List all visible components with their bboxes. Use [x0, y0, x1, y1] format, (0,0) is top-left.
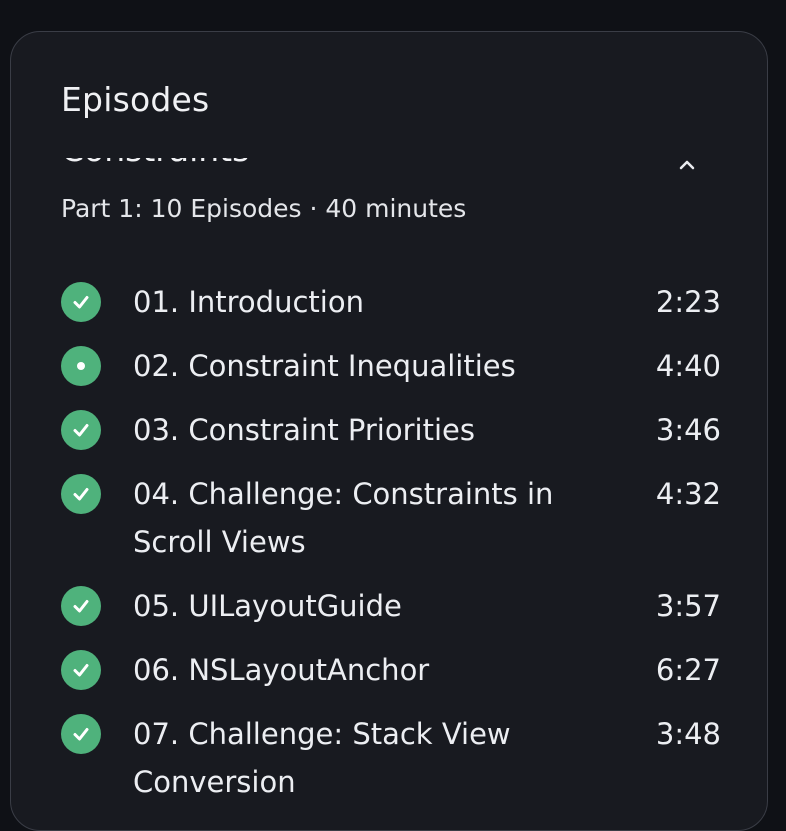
episode-duration: 2:23 — [655, 285, 721, 319]
part-meta: Part 1: 10 Episodes · 40 minutes — [61, 194, 467, 223]
checkmark-icon[interactable] — [61, 650, 101, 690]
episode-list: 01. Introduction 2:23 02. Constraint Ine… — [61, 278, 721, 822]
episode-duration: 4:40 — [655, 349, 721, 383]
episode-title[interactable]: 01. Introduction — [133, 278, 603, 326]
episode-title[interactable]: 07. Challenge: Stack View Conversion — [133, 710, 603, 806]
episode-duration: 4:32 — [655, 477, 721, 511]
episode-duration: 3:46 — [655, 413, 721, 447]
checkmark-icon[interactable] — [61, 586, 101, 626]
episode-duration: 6:27 — [655, 653, 721, 687]
part-section: Constraints Part 1: 10 Episodes · 40 min… — [11, 158, 767, 830]
checkmark-icon[interactable] — [61, 474, 101, 514]
episode-row[interactable]: 07. Challenge: Stack View Conversion 3:4… — [61, 710, 721, 806]
episode-row[interactable]: 02. Constraint Inequalities 4:40 — [61, 342, 721, 390]
episode-title[interactable]: 02. Constraint Inequalities — [133, 342, 603, 390]
episode-duration: 3:57 — [655, 589, 721, 623]
episode-row[interactable]: 03. Constraint Priorities 3:46 — [61, 406, 721, 454]
panel-title: Episodes — [61, 80, 210, 119]
section-title[interactable]: Constraints — [61, 158, 249, 169]
episode-row[interactable]: 05. UILayoutGuide 3:57 — [61, 582, 721, 630]
episode-row[interactable]: 04. Challenge: Constraints in Scroll Vie… — [61, 470, 721, 566]
episode-title[interactable]: 05. UILayoutGuide — [133, 582, 603, 630]
checkmark-icon[interactable] — [61, 410, 101, 450]
episode-title[interactable]: 06. NSLayoutAnchor — [133, 646, 603, 694]
checkmark-icon[interactable] — [61, 282, 101, 322]
in-progress-dot-icon[interactable] — [61, 346, 101, 386]
episode-row[interactable]: 01. Introduction 2:23 — [61, 278, 721, 326]
episode-title[interactable]: 04. Challenge: Constraints in Scroll Vie… — [133, 470, 603, 566]
episode-row[interactable]: 06. NSLayoutAnchor 6:27 — [61, 646, 721, 694]
checkmark-icon[interactable] — [61, 714, 101, 754]
episode-title[interactable]: 03. Constraint Priorities — [133, 406, 603, 454]
episodes-panel: Episodes Constraints Part 1: 10 Episodes… — [10, 31, 768, 831]
episode-duration: 3:48 — [655, 717, 721, 751]
chevron-up-icon[interactable] — [677, 158, 697, 170]
